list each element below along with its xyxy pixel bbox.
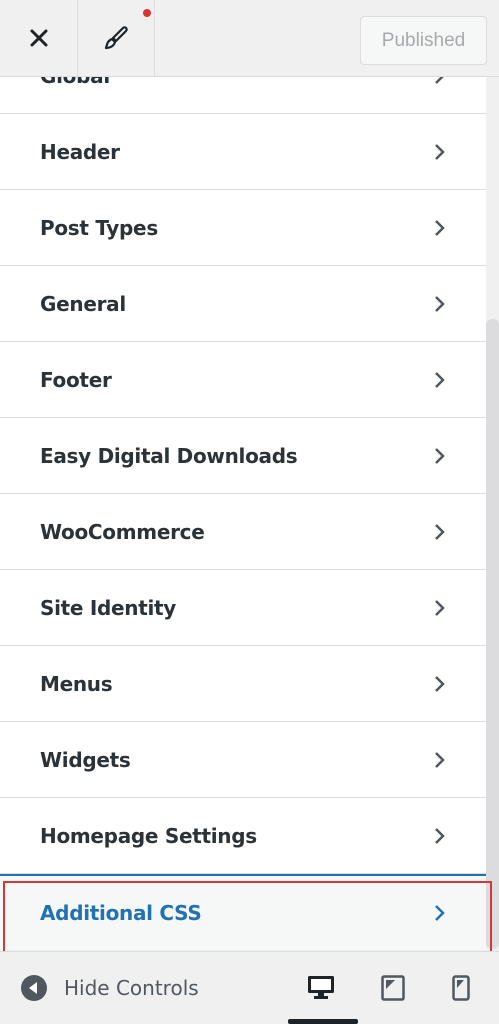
- chevron-right-icon: [435, 827, 445, 844]
- section-label: Header: [40, 139, 120, 164]
- publish-button[interactable]: Published: [360, 16, 487, 65]
- section-label: WooCommerce: [40, 519, 205, 544]
- chevron-right-icon: [435, 447, 445, 464]
- section-homepage-settings[interactable]: Homepage Settings: [0, 798, 486, 874]
- section-label: Menus: [40, 671, 113, 696]
- section-label: Footer: [40, 367, 112, 392]
- section-label: General: [40, 291, 126, 316]
- customizer-footer: Hide Controls: [0, 951, 499, 1024]
- notification-dot: [143, 9, 151, 17]
- section-site-identity[interactable]: Site Identity: [0, 570, 486, 646]
- scrollbar-thumb[interactable]: [486, 319, 499, 949]
- preview-tablet-button[interactable]: [378, 974, 408, 1002]
- chevron-right-icon: [435, 905, 445, 921]
- section-general[interactable]: General: [0, 266, 486, 342]
- chevron-right-icon: [435, 219, 445, 236]
- close-icon: [30, 29, 47, 47]
- customizer-header: Published: [0, 0, 499, 77]
- section-woocommerce[interactable]: WooCommerce: [0, 494, 486, 570]
- tablet-icon: [381, 975, 405, 1001]
- section-label: Widgets: [40, 747, 131, 772]
- desktop-icon: [308, 976, 334, 999]
- chevron-right-icon: [435, 77, 444, 84]
- chevron-right-icon: [435, 295, 445, 312]
- sections-list: Global Header Post Types General Footer …: [0, 77, 486, 950]
- section-global[interactable]: Global: [0, 77, 486, 114]
- chevron-right-icon: [435, 751, 445, 768]
- customizer-sections-panel: Global Header Post Types General Footer …: [0, 77, 499, 951]
- section-header[interactable]: Header: [0, 114, 486, 190]
- section-label: Site Identity: [40, 595, 177, 620]
- chevron-right-icon: [435, 675, 445, 692]
- active-device-indicator: [288, 1019, 358, 1024]
- section-footer[interactable]: Footer: [0, 342, 486, 418]
- chevron-right-icon: [435, 371, 445, 388]
- preview-desktop-button[interactable]: [306, 974, 336, 1002]
- preview-mobile-button[interactable]: [446, 974, 476, 1002]
- section-widgets[interactable]: Widgets: [0, 722, 486, 798]
- chevron-right-icon: [435, 599, 445, 616]
- section-label: Global: [40, 77, 110, 88]
- section-menus[interactable]: Menus: [0, 646, 486, 722]
- close-button[interactable]: [0, 0, 78, 76]
- section-label: Homepage Settings: [40, 823, 257, 848]
- chevron-right-icon: [435, 143, 445, 160]
- hide-controls-button[interactable]: Hide Controls: [20, 974, 199, 1002]
- section-label: Easy Digital Downloads: [40, 443, 298, 468]
- section-label: Post Types: [40, 215, 158, 240]
- mobile-icon: [452, 975, 470, 1001]
- section-additional-css[interactable]: Additional CSS: [0, 874, 486, 950]
- hide-controls-label: Hide Controls: [64, 976, 199, 1000]
- section-post-types[interactable]: Post Types: [0, 190, 486, 266]
- collapse-arrow-icon: [21, 975, 47, 1001]
- section-easy-digital-downloads[interactable]: Easy Digital Downloads: [0, 418, 486, 494]
- section-label: Additional CSS: [40, 901, 202, 925]
- chevron-right-icon: [435, 523, 445, 540]
- brush-icon: [104, 26, 128, 50]
